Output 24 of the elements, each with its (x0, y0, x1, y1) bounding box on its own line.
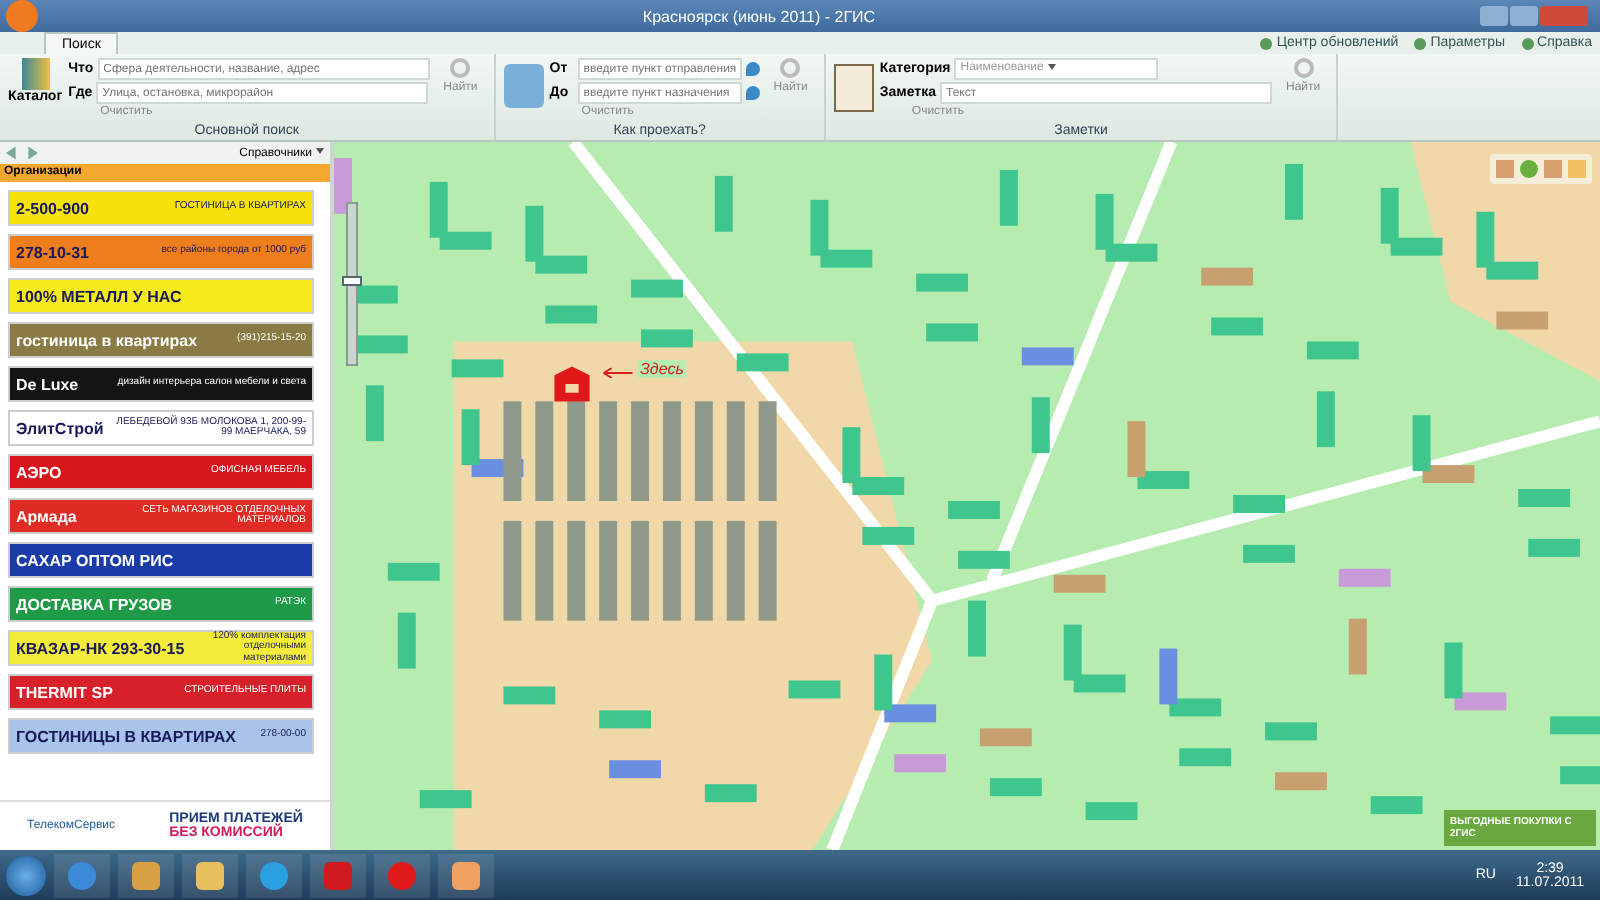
caret-icon (316, 148, 324, 155)
link-icon (1260, 37, 1273, 49)
back-forward-icon[interactable] (6, 146, 38, 160)
start-icon[interactable] (6, 855, 46, 895)
window-title: Красноярск (июнь 2011) - 2ГИС (640, 7, 878, 25)
route-icon (503, 64, 544, 108)
ad-banner[interactable]: 100% МЕТАЛЛ У НАС (8, 278, 314, 314)
map-annotation: Здесь (638, 360, 686, 378)
arrow-icon (602, 366, 634, 380)
map-drawing[interactable] (334, 142, 1600, 850)
app-logo-icon[interactable] (6, 0, 38, 32)
ad-banner[interactable]: САХАР ОПТОМ РИС (8, 542, 314, 578)
map-layers-panel[interactable] (1490, 154, 1592, 184)
book-icon (21, 58, 50, 90)
link-icon (1521, 37, 1534, 49)
zoom-slider[interactable] (346, 202, 358, 366)
caret-icon (1047, 63, 1056, 70)
maximize-icon[interactable] (1510, 6, 1538, 26)
building-marker-icon (550, 362, 594, 406)
link-icon (1414, 37, 1427, 49)
notepad-icon (833, 64, 874, 112)
pin-icon[interactable] (745, 86, 760, 100)
minimize-icon[interactable] (1480, 6, 1508, 26)
pin-icon[interactable] (745, 62, 760, 76)
